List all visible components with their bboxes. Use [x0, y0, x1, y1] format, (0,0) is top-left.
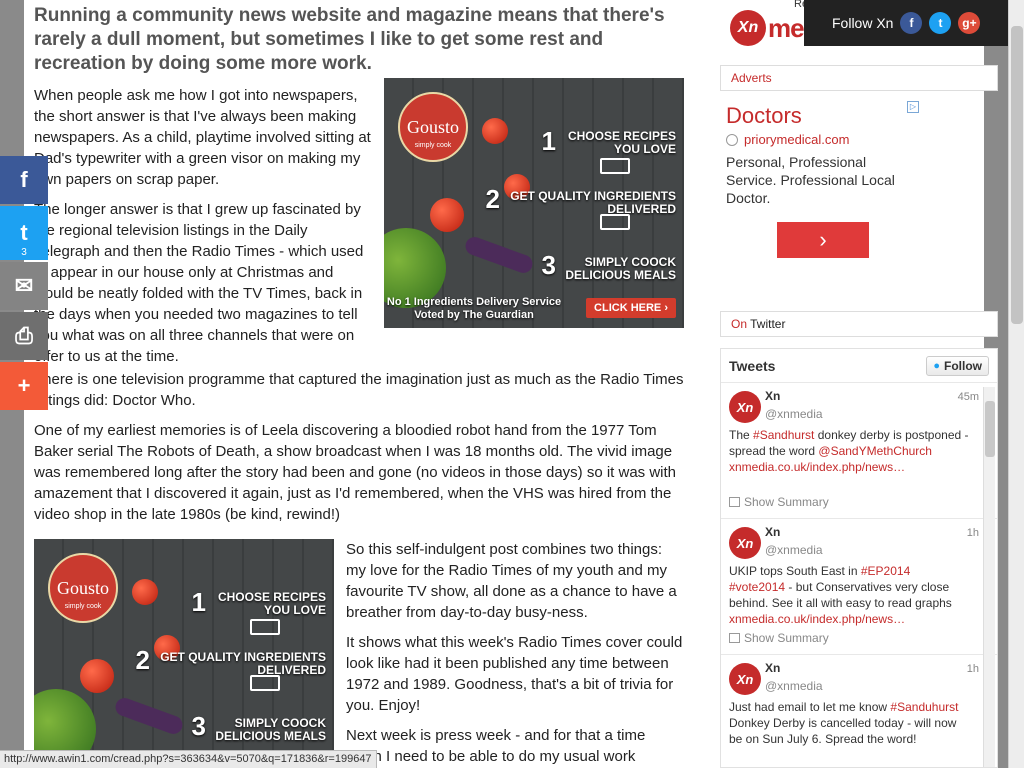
- avatar[interactable]: Xn: [729, 663, 761, 695]
- summary-icon: [729, 633, 740, 643]
- tweet-link[interactable]: xnmedia.co.uk/index.php/news…: [729, 612, 905, 626]
- tweet-link[interactable]: xnmedia.co.uk/index.php/news…: [729, 460, 905, 474]
- avatar[interactable]: Xn: [729, 527, 761, 559]
- tweets-widget: Tweets ● Follow Xn Xn @xnmedia 45m The #S…: [720, 348, 998, 768]
- plus-icon: +: [17, 373, 31, 398]
- gousto-ad-top[interactable]: Gousto simply cook 1 CHOOSE RECIPES YOU LOV…: [384, 78, 684, 328]
- ad-description: Personal, Professional Service. Professi…: [726, 154, 895, 206]
- tweet-handle[interactable]: @xnmedia: [765, 543, 823, 557]
- ad-go-button[interactable]: ›: [777, 222, 869, 258]
- article: Running a community news website and mag…: [34, 2, 684, 768]
- ad-url[interactable]: priorymedical.com: [726, 132, 986, 147]
- twitter-header: On Twitter: [720, 311, 998, 337]
- hashtag-link[interactable]: #vote2014: [729, 580, 785, 594]
- tweet-author[interactable]: Xn: [765, 389, 780, 403]
- truck-icon: [250, 675, 280, 691]
- xn-logo-icon: Xn: [730, 10, 766, 46]
- page-scrollbar[interactable]: [1008, 0, 1024, 768]
- hashtag-link[interactable]: #Sanduhurst: [890, 700, 958, 714]
- page-scroll-thumb[interactable]: [1011, 26, 1023, 324]
- twitter-follow-button[interactable]: ● Follow: [926, 355, 989, 376]
- follow-label: Follow Xn: [832, 15, 894, 31]
- googleplus-follow-icon[interactable]: g+: [958, 12, 981, 34]
- more-share-button[interactable]: +: [0, 362, 48, 410]
- screen-icon: [600, 158, 630, 174]
- tweets-scrollbar[interactable]: [983, 387, 995, 767]
- twitter-share-button[interactable]: t3: [0, 206, 48, 260]
- ad-badge: No 1 Ingredients Delivery Service Voted b…: [386, 296, 562, 321]
- ad-step-1: 1 CHOOSE RECIPES YOU LOVE: [541, 126, 676, 156]
- tweet-time[interactable]: 1h: [967, 527, 979, 539]
- globe-icon: [726, 133, 738, 146]
- tweet-item[interactable]: Xn Xn @xnmedia 1h UKIP tops South East i…: [721, 519, 997, 655]
- email-icon: ✉: [14, 273, 34, 298]
- tweet-text: Just had email to let me know #Sanduhurs…: [729, 700, 959, 746]
- hashtag-link[interactable]: #Sandhurst: [753, 428, 814, 442]
- tweet-handle[interactable]: @xnmedia: [765, 407, 823, 421]
- screen-icon: [250, 619, 280, 635]
- ad-step-3: 3 SIMPLY COOCK DELICIOUS MEALS: [541, 250, 676, 282]
- ad-step-2: 2 GET QUALITY INGREDIENTS DELIVERED: [135, 645, 326, 677]
- ad-step-2: 2 GET QUALITY INGREDIENTS DELIVERED: [485, 184, 676, 216]
- tweet-author[interactable]: Xn: [765, 661, 780, 675]
- show-summary-link[interactable]: Show Summary: [729, 631, 829, 645]
- tweets-title: Tweets: [729, 357, 776, 374]
- tweet-item[interactable]: Xn Xn @xnmedia 45m The #Sandhurst donkey…: [721, 383, 997, 519]
- twitter-icon: t: [20, 220, 28, 245]
- article-intro: Running a community news website and mag…: [34, 5, 665, 74]
- share-sidebar: f t3 ✉ ⎙ +: [0, 154, 48, 410]
- twitter-follow-icon[interactable]: t: [929, 12, 952, 34]
- tweet-time[interactable]: 45m: [958, 391, 979, 403]
- tweet-author[interactable]: Xn: [765, 525, 780, 539]
- ad-step-3: 3 SIMPLY COOCK DELICIOUS MEALS: [191, 711, 326, 743]
- summary-icon: [729, 497, 740, 507]
- mention-link[interactable]: @SandYMethChurch: [818, 444, 932, 458]
- print-button[interactable]: ⎙: [0, 312, 48, 360]
- google-text-ad[interactable]: Doctors priorymedical.com Personal, Prof…: [726, 102, 986, 258]
- facebook-share-button[interactable]: f: [0, 156, 48, 204]
- truck-icon: [600, 214, 630, 230]
- ad-click-here-button[interactable]: CLICK HERE ›: [586, 298, 676, 318]
- ad-headline[interactable]: Doctors: [726, 102, 986, 130]
- gousto-logo: Gousto simply cook: [398, 92, 468, 162]
- ad-step-1: 1 CHOOSE RECIPES YOU LOVE: [191, 587, 326, 617]
- avatar[interactable]: Xn: [729, 391, 761, 423]
- tweet-text: The #Sandhurst donkey derby is postponed…: [729, 428, 969, 474]
- hashtag-link[interactable]: #EP2014: [861, 564, 910, 578]
- tweet-handle[interactable]: @xnmedia: [765, 679, 823, 693]
- page: Running a community news website and mag…: [24, 0, 998, 768]
- share-count: 3: [21, 247, 27, 258]
- follow-bar: Follow Xn f t g+: [804, 0, 1012, 46]
- twitter-bird-icon: ●: [933, 359, 940, 372]
- adverts-header: Adverts: [720, 65, 998, 91]
- tweet-time[interactable]: 1h: [967, 663, 979, 675]
- article-paragraph: There is one television programme that c…: [34, 371, 684, 409]
- facebook-icon: f: [20, 167, 28, 192]
- email-share-button[interactable]: ✉: [0, 262, 48, 310]
- gousto-logo: Gousto simply cook: [48, 553, 118, 623]
- facebook-follow-icon[interactable]: f: [900, 12, 923, 34]
- article-paragraph: One of my earliest memories is of Leela …: [34, 422, 677, 523]
- tweets-scroll-thumb[interactable]: [985, 401, 995, 457]
- status-bar-url: http://www.awin1.com/cread.php?s=363634&…: [0, 750, 377, 768]
- tweet-item[interactable]: Xn Xn @xnmedia 1h Just had email to let …: [721, 655, 997, 767]
- gousto-ad-bottom[interactable]: Gousto simply cook 1 CHOOSE RECIPES YOU LOV…: [34, 539, 334, 768]
- show-summary-link[interactable]: Show Summary: [729, 495, 829, 509]
- print-icon: ⎙: [15, 323, 33, 348]
- tweet-text: UKIP tops South East in #EP2014 #vote2014…: [729, 564, 952, 626]
- tweets-header: Tweets ● Follow: [721, 349, 997, 383]
